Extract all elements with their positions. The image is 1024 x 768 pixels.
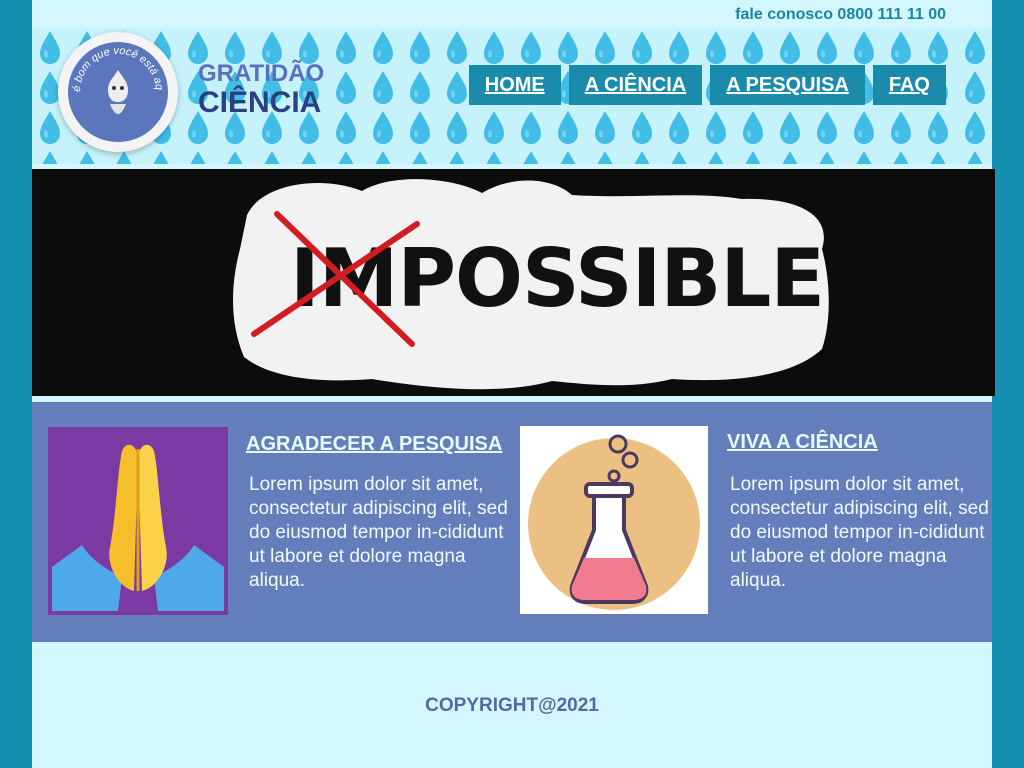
contact-phone[interactable]: fale conosco 0800 111 11 00 bbox=[735, 6, 946, 24]
logo[interactable]: é bom que você está aqui! bbox=[58, 32, 178, 152]
nav-a-pesquisa[interactable]: A PESQUISA bbox=[710, 65, 865, 105]
feature-text-viva: Lorem ipsum dolor sit amet, consectetur … bbox=[730, 474, 989, 591]
header: é bom que você está aqui! GRATIDÃO CIÊNC… bbox=[32, 28, 992, 164]
nav-home[interactable]: HOME bbox=[468, 65, 561, 105]
flask-icon bbox=[520, 426, 708, 614]
feature-text-agradecer: Lorem ipsum dolor sit amet, consectetur … bbox=[249, 474, 508, 591]
nav-a-ciencia[interactable]: A CIÊNCIA bbox=[568, 65, 703, 105]
brand-line1: GRATIDÃO bbox=[198, 60, 325, 87]
copyright-text: COPYRIGHT@2021 bbox=[425, 695, 599, 716]
feature-title-agradecer[interactable]: AGRADECER A PESQUISA bbox=[246, 433, 502, 456]
red-cross-mark bbox=[251, 211, 420, 347]
main-nav: HOME A CIÊNCIA A PESQUISA FAQ bbox=[468, 65, 946, 105]
brand-name[interactable]: GRATIDÃO CIÊNCIA bbox=[198, 62, 324, 118]
page: fale conosco 0800 111 11 00 é bom que vo… bbox=[32, 0, 995, 768]
nav-faq[interactable]: FAQ bbox=[872, 65, 946, 105]
praying-hands-icon bbox=[48, 427, 228, 615]
feature-title-viva[interactable]: VIVA A CIÊNCIA bbox=[727, 431, 878, 454]
footer: COPYRIGHT@2021 bbox=[32, 646, 992, 768]
brand-line2: CIÊNCIA bbox=[198, 86, 322, 119]
features-section: AGRADECER A PESQUISA Lorem ipsum dolor s… bbox=[32, 402, 992, 642]
hero-banner: IMPOSSIBLE bbox=[32, 169, 995, 396]
